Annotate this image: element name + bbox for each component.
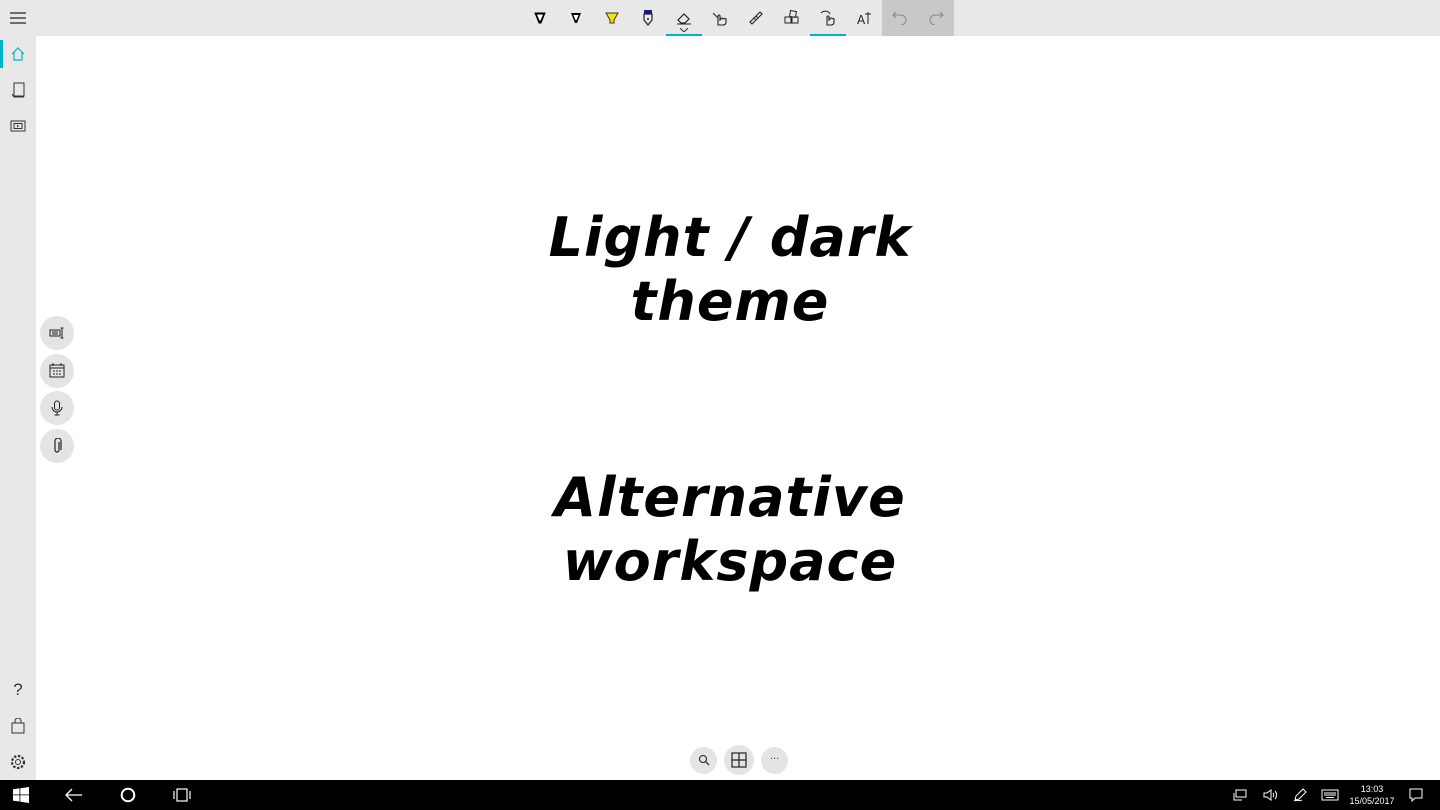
windows-taskbar: 13:03 15/05/2017 [0,780,1440,810]
attachment-icon[interactable] [40,428,74,463]
settings-icon[interactable] [0,744,36,780]
left-sidebar: ? [0,36,36,780]
text-format-icon[interactable]: A [846,0,882,36]
undo-redo-group [882,0,954,36]
action-center-icon[interactable] [1406,780,1426,810]
notebook-icon[interactable] [0,72,36,108]
cortana-icon[interactable] [116,780,140,810]
task-view-icon[interactable] [170,780,194,810]
undo-icon[interactable] [882,0,918,36]
microphone-icon[interactable] [40,391,74,425]
inking-tools: A [522,0,954,36]
shapes-icon[interactable] [774,0,810,36]
clock-time: 13:03 [1360,784,1384,794]
help-label: ? [13,680,23,699]
touch-keyboard-icon[interactable] [1320,780,1340,810]
store-icon[interactable] [0,708,36,744]
more-options-button[interactable]: ··· [761,746,788,774]
ink-text-line: Alternative [554,466,906,529]
touch-writing-icon[interactable] [810,0,846,36]
canvas-controls: ··· [690,745,788,775]
keyboard-text-icon[interactable] [40,316,74,350]
ink-heading-alternative-workspace: Alternative workspace [440,466,1020,594]
taskbar-clock[interactable]: 13:03 15/05/2017 [1342,783,1402,807]
windows-start-icon[interactable] [10,780,32,810]
clock-date: 15/05/2017 [1349,796,1395,806]
grid-icon[interactable] [724,745,754,775]
windows-ink-icon[interactable] [1290,780,1310,810]
top-toolbar: A [0,0,1440,36]
help-icon[interactable]: ? [0,672,36,708]
lasso-select-icon[interactable] [702,0,738,36]
volume-icon[interactable] [1260,780,1280,810]
presentation-icon[interactable] [0,108,36,144]
redo-icon[interactable] [918,0,954,36]
ink-text-line: workspace [562,530,898,593]
insert-tools [40,316,74,466]
fountain-pen-icon[interactable] [630,0,666,36]
more-label: ··· [769,754,780,765]
back-arrow-icon[interactable] [62,780,86,810]
svg-text:A: A [857,13,866,25]
calendar-icon[interactable] [40,353,74,388]
network-icon[interactable] [1230,780,1250,810]
home-icon[interactable] [0,36,36,72]
ink-text-line: Light / dark [548,206,912,269]
menu-hamburger-icon[interactable] [0,0,36,36]
ruler-icon[interactable] [738,0,774,36]
chevron-down-icon [680,28,688,32]
pencil-tool-icon[interactable] [558,0,594,36]
ink-text-line: theme [630,270,830,333]
highlighter-icon[interactable] [594,0,630,36]
ballpoint-pen-icon[interactable] [522,0,558,36]
search-icon[interactable] [690,746,717,774]
eraser-icon[interactable] [666,0,702,36]
ink-heading-light-dark-theme: Light / dark theme [440,206,1020,334]
